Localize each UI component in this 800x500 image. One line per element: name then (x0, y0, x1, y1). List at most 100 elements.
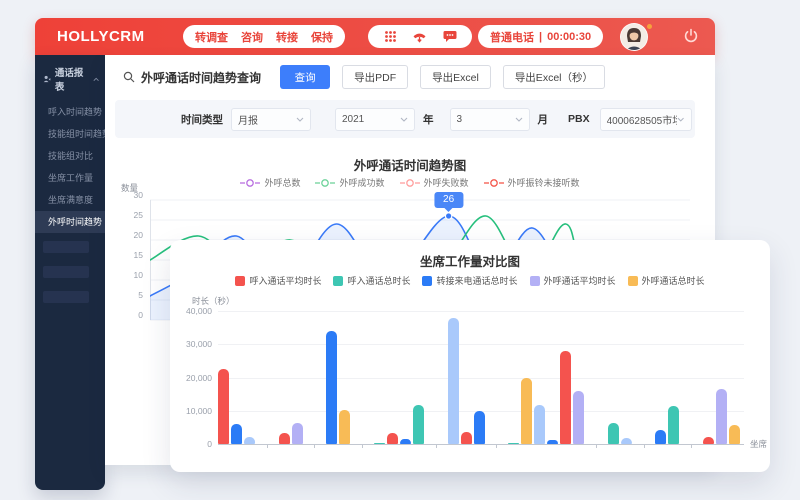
legend-item[interactable]: 外呼通话平均时长 (530, 274, 616, 287)
chevron-down-icon (400, 117, 408, 122)
call-action-3[interactable]: 转接 (276, 29, 298, 45)
bar (400, 439, 411, 444)
legend-item[interactable]: 外呼通话总时长 (628, 274, 705, 287)
legend-item[interactable]: 呼入通话平均时长 (235, 274, 321, 287)
call-action-1[interactable]: 转调查 (195, 29, 228, 45)
chevron-down-icon (515, 117, 523, 122)
sidebar-item-link[interactable]: 技能组对比 (35, 145, 105, 167)
status-divider: | (539, 31, 542, 43)
month-select[interactable]: 3 (450, 108, 530, 131)
bar-group (218, 311, 255, 444)
chat-bubble-icon[interactable] (443, 30, 457, 43)
bar-chart-title: 坐席工作量对比图 (170, 251, 770, 270)
year-select[interactable]: 2021 (335, 108, 415, 131)
legend-swatch-icon (235, 276, 245, 286)
bar-group (655, 311, 679, 444)
y-tick-label: 20,000 (172, 373, 212, 383)
bar-chart-x-axis (218, 444, 744, 445)
legend-marker-icon (315, 178, 335, 188)
month-unit-label: 月 (538, 112, 549, 127)
call-action-group: 转调查咨询转接保持 (183, 25, 345, 48)
avatar[interactable] (620, 23, 648, 51)
export-excel-button[interactable]: 导出Excel (420, 65, 491, 89)
bar-group (608, 311, 632, 444)
bar-group (326, 311, 350, 444)
bar-group (703, 311, 740, 444)
x-tick (496, 444, 497, 448)
sidebar-skeleton-item (43, 266, 89, 278)
chart-tooltip: 26 (434, 192, 463, 208)
legend-item[interactable]: 外呼振铃未接听数 (484, 176, 580, 189)
sidebar-section-label: 通话报表 (55, 65, 85, 93)
sidebar-skeleton-item (43, 291, 89, 303)
legend-item[interactable]: 呼入通话总时长 (333, 274, 410, 287)
call-action-2[interactable]: 咨询 (241, 29, 263, 45)
chevron-down-icon (296, 117, 304, 122)
export-excel-sec-button[interactable]: 导出Excel（秒） (503, 65, 605, 89)
bar (339, 410, 350, 444)
y-tick-label: 10 (117, 270, 143, 280)
bar-group (374, 311, 424, 444)
bar (534, 405, 545, 444)
phone-tools-group (368, 25, 472, 48)
y-tick-label: 10,000 (172, 406, 212, 416)
legend-swatch-icon (333, 276, 343, 286)
power-icon[interactable] (683, 28, 699, 44)
bar-chart-plot (218, 311, 740, 444)
legend-item[interactable]: 转接来电通话总时长 (422, 274, 517, 287)
bar (413, 405, 424, 444)
bar-chart-card: 坐席工作量对比图 呼入通话平均时长呼入通话总时长转接来电通话总时长外呼通话平均时… (170, 240, 770, 472)
legend-swatch-icon (422, 276, 432, 286)
legend-item[interactable]: 外呼总数 (240, 176, 300, 189)
y-tick-label: 30,000 (172, 339, 212, 349)
line-chart-title: 外呼通话时间趋势图 (105, 155, 715, 174)
call-action-4[interactable]: 保持 (311, 29, 333, 45)
sidebar-item-link[interactable]: 技能组时间趋势 (35, 123, 105, 145)
time-type-select[interactable]: 月报 (231, 108, 311, 131)
y-tick-label: 30 (117, 190, 143, 200)
bar (461, 432, 472, 444)
bar (608, 423, 619, 444)
bar (547, 440, 558, 444)
report-user-icon (43, 74, 51, 84)
legend-item[interactable]: 外呼失败数 (400, 176, 469, 189)
legend-marker-icon (240, 178, 260, 188)
bar-group (448, 311, 485, 444)
x-tick (436, 444, 437, 448)
bar (474, 411, 485, 444)
pbx-select[interactable]: 4000628505市场 (600, 108, 692, 131)
x-tick (691, 444, 692, 448)
bar (244, 437, 255, 444)
phone-mode-label: 普通电话 (490, 29, 534, 45)
year-unit-label: 年 (423, 112, 434, 127)
dialpad-grid-icon[interactable] (384, 30, 397, 43)
x-tick (596, 444, 597, 448)
sidebar-menu: 呼入时间趋势技能组时间趋势技能组对比坐席工作量坐席满意度外呼时间趋势 (35, 101, 105, 233)
bar-group (508, 311, 584, 444)
search-icon (123, 71, 135, 83)
call-timer: 00:00:30 (547, 31, 591, 43)
line-chart-legend: 外呼总数 外呼成功数 外呼失败数 外呼振铃未接听数 (105, 176, 715, 189)
legend-item[interactable]: 外呼成功数 (315, 176, 384, 189)
y-tick-label: 0 (117, 310, 143, 320)
bar (279, 433, 290, 444)
export-pdf-button[interactable]: 导出PDF (342, 65, 408, 89)
sidebar-item-link[interactable]: 呼入时间趋势 (35, 101, 105, 123)
sidebar-item-link[interactable]: 坐席满意度 (35, 189, 105, 211)
bar-chart-legend: 呼入通话平均时长呼入通话总时长转接来电通话总时长外呼通话平均时长外呼通话总时长 (170, 274, 770, 287)
x-tick (267, 444, 268, 448)
bar (231, 424, 242, 444)
sidebar-skeleton-item (43, 241, 89, 253)
bar (387, 433, 398, 444)
sidebar-item-link[interactable]: 坐席工作量 (35, 167, 105, 189)
y-tick-label: 15 (117, 250, 143, 260)
sidebar-item-active[interactable]: 外呼时间趋势 (35, 211, 105, 233)
app-logo: HOLLYCRM (57, 18, 145, 55)
hangup-phone-icon[interactable] (412, 30, 427, 44)
bar (326, 331, 337, 444)
sidebar-section-call-reports[interactable]: 通话报表 (35, 55, 105, 101)
x-tick (644, 444, 645, 448)
search-button[interactable]: 查询 (280, 65, 330, 89)
bar (292, 423, 303, 444)
bar (374, 443, 385, 444)
